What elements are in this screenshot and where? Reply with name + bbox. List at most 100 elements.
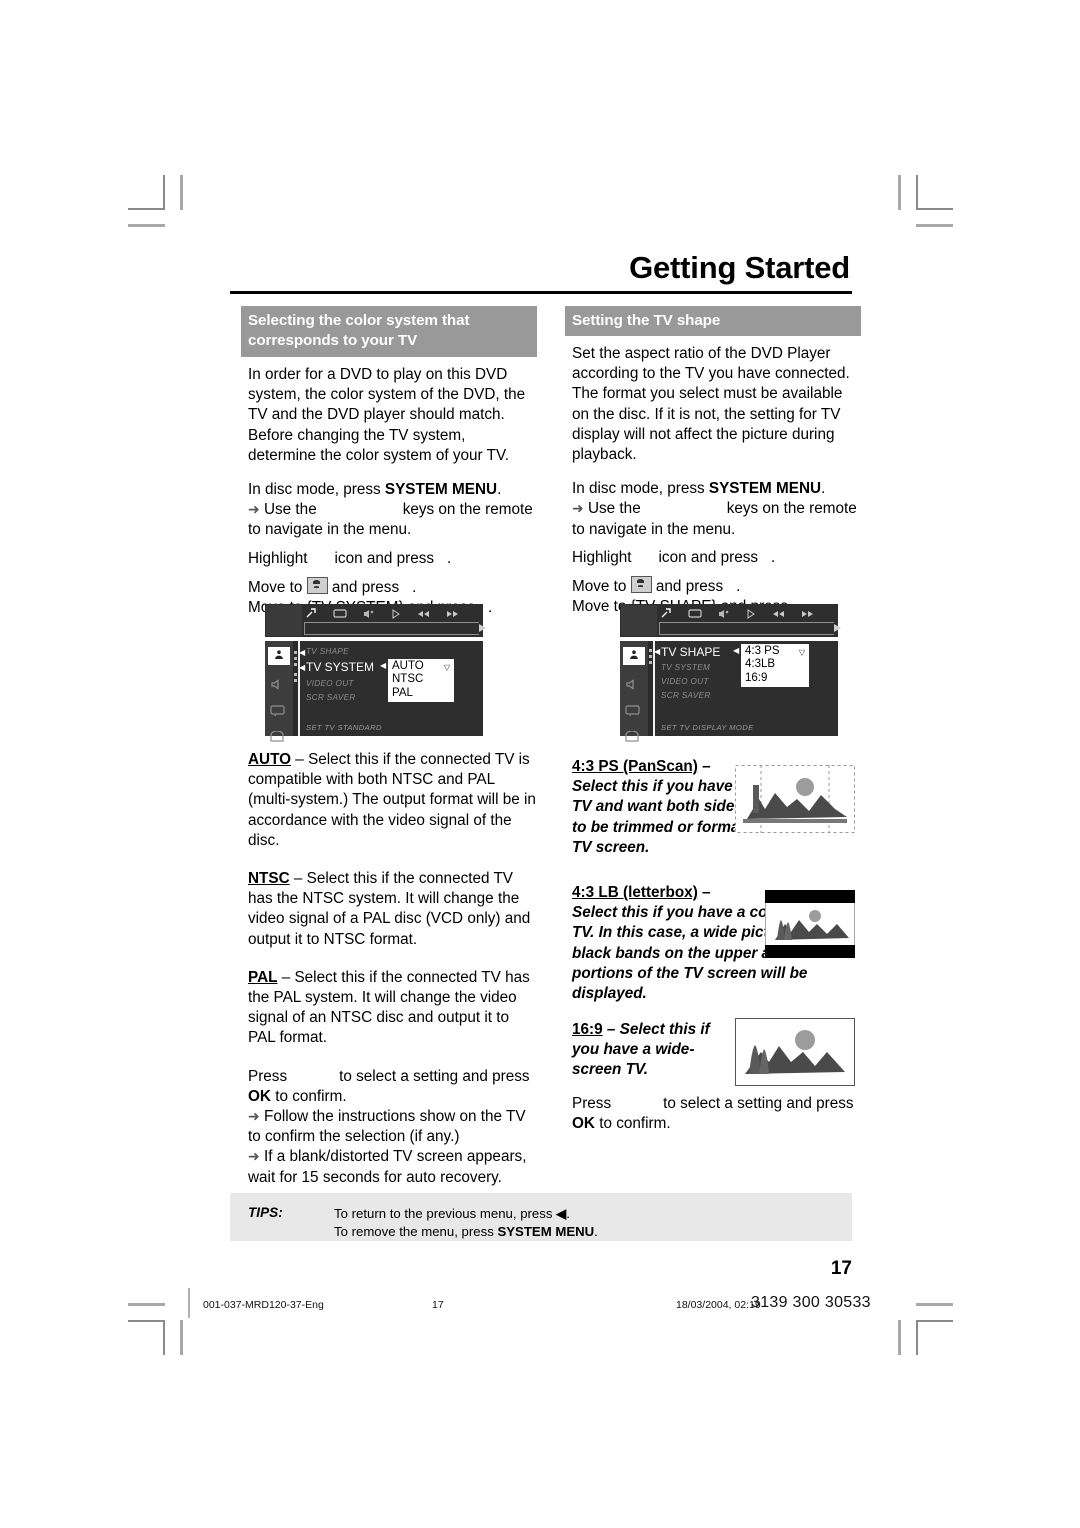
chevron-down-icon: ▽ [443,663,450,672]
osd-toolbar-icons [306,608,459,619]
shape-letterbox-name: 4:3 LB (letterbox) [572,884,698,901]
screen-icon [333,608,347,618]
option-ntsc: NTSC – Select this if the connected TV h… [248,869,537,950]
left-moveicon-pre: Move to [248,578,303,596]
left-highlight: Highlight icon and press. [248,549,537,569]
left-step-bold: SYSTEM MENU [384,481,498,499]
left-section-title: Selecting the color system that correspo… [241,306,537,357]
tips-line-1: To return to the previous menu, press ◀. [334,1205,598,1223]
right-press-ok-bold: OK [572,1115,595,1133]
osd-option-list[interactable]: ▽ AUTO NTSC PAL [388,659,454,703]
rewind-icon [418,610,429,617]
right-press-pre: Press [572,1095,612,1112]
right-moveicon-end: . [736,578,741,596]
option-pal-text: – Select this if the connected TV has th… [248,968,530,1047]
sidebar-icon-audio [270,677,288,691]
osd-option-1[interactable]: 4:3LB [745,658,805,671]
osd-option-1[interactable]: NTSC [392,673,450,686]
left-use-keys: ➜ Use the keys on the remote to navigate … [248,500,537,540]
tools-icon [661,608,671,618]
osd-row-3[interactable]: SCR SAVER [306,693,356,702]
sidebar-icon-audio [625,677,643,691]
osd-footer-hint: SET TV STANDARD [306,723,382,732]
left-move-icon: Move to and press. [248,576,537,598]
osd-toolbar-icons [661,608,814,619]
screen-icon [688,608,702,618]
left-usekeys-pre: Use the [263,501,317,519]
osd-row-0[interactable]: TV SHAPE [306,647,349,656]
right-press-mid: to select a setting and press [663,1095,854,1112]
tips-line2-bold: SYSTEM MENU [497,1223,595,1239]
option-ntsc-name: NTSC [248,870,290,888]
left-movemenu-end: . [488,599,493,617]
osd-body: ◀ TV SHAPE TV SYSTEM VIDEO OUT SCR SAVER… [620,641,838,742]
right-use-keys: ➜ Use the keys on the remote to navigate … [572,499,861,539]
arrow-icon: ➜ [248,1149,260,1166]
crop-mark-tr-v2 [898,175,901,210]
osd-toolbar-left-block [266,605,302,636]
left-press-ok-bold: OK [248,1087,271,1105]
osd-row-3[interactable]: SCR SAVER [661,691,711,700]
right-highlight-post: . [771,548,776,566]
right-press-ok: Press to select a setting and press OK to … [572,1094,861,1134]
osd-row-2[interactable]: VIDEO OUT [661,677,709,686]
footer-rule [188,1288,190,1318]
shape-panscan-dash: – [697,758,711,775]
right-press-post: to confirm. [594,1115,671,1133]
osd-option-0[interactable]: AUTO [392,660,450,673]
shape-widescreen: 16:9 – Select this if you have a wide-sc… [572,1020,732,1081]
arrow-icon: ➜ [248,1109,260,1126]
left-press-pre: Press [248,1067,288,1085]
osd-option-2[interactable]: PAL [392,687,450,700]
osd-progress-bar [659,622,841,635]
shape-panscan-name: 4:3 PS (PanScan) [572,758,698,775]
left-note-2: ➜ If a blank/distorted TV screen appears… [248,1147,537,1187]
right-column-shapes-3: 16:9 – Select this if you have a wide-sc… [572,1020,732,1081]
illustration-letterbox [764,889,856,963]
illustration-widescreen [735,1018,855,1091]
sidebar-icon-preferences [623,647,645,665]
play-icon [747,608,755,619]
right-step-bold: SYSTEM MENU [708,480,822,498]
page-title: Getting Started [629,250,850,285]
option-auto: AUTO – Select this if the connected TV i… [248,750,537,851]
crop-mark-tr-v [916,175,918,210]
left-step-post: . [497,481,502,499]
osd-body: ◀ ◀ TV SHAPE TV SYSTEM VIDEO OUT SCR SAV… [265,641,483,742]
osd-row-0[interactable]: TV SHAPE [661,645,720,659]
audio-icon [719,609,729,618]
crop-mark-tr-h2 [916,224,953,227]
rewind-icon [773,610,784,617]
crop-mark-tl-h [128,208,165,210]
left-step-pre: In disc mode, press [248,481,385,499]
osd-row-1[interactable]: TV SYSTEM [306,660,374,674]
osd-footer-hint: SET TV DISPLAY MODE [661,723,754,732]
osd-option-2[interactable]: 16:9 [745,672,805,685]
tips-line1-pre: To return to the previous menu, press [334,1206,557,1221]
osd-caret-left-1: ◀ [299,648,306,657]
footer-code: 3139 300 30533 [751,1294,871,1311]
left-column-options: AUTO – Select this if the connected TV i… [248,750,537,1188]
osd-toolbar [620,604,841,637]
osd-sidebar [265,641,293,742]
osd-sidebar [620,641,648,742]
page-number: 17 [830,1258,852,1279]
osd-option-list[interactable]: ▽ 4:3 PS 4:3LB 16:9 [741,644,809,688]
right-highlight-pre: Highlight [572,548,632,566]
right-step-post: . [821,480,826,498]
illustration-panscan [735,765,855,838]
osd-row-1[interactable]: TV SYSTEM [661,663,710,672]
left-highlight-mid: icon and press [334,549,435,567]
audio-icon [364,609,374,618]
osd-option-0[interactable]: 4:3 PS [745,645,805,658]
arrow-icon: ➜ [572,501,584,518]
footer-doc-id: 001-037-MRD120-37-Eng [203,1299,324,1311]
crop-mark-bl-h2 [128,1303,165,1306]
forward-icon [802,610,813,617]
osd-screenshot-tv-system: ◀ ◀ TV SHAPE TV SYSTEM VIDEO OUT SCR SAV… [265,604,486,742]
tools-icon [306,608,316,618]
crop-mark-bl-v2 [180,1320,183,1355]
person-setup-icon [630,576,652,594]
osd-row-2[interactable]: VIDEO OUT [306,679,354,688]
sidebar-icon-preferences [268,647,290,665]
